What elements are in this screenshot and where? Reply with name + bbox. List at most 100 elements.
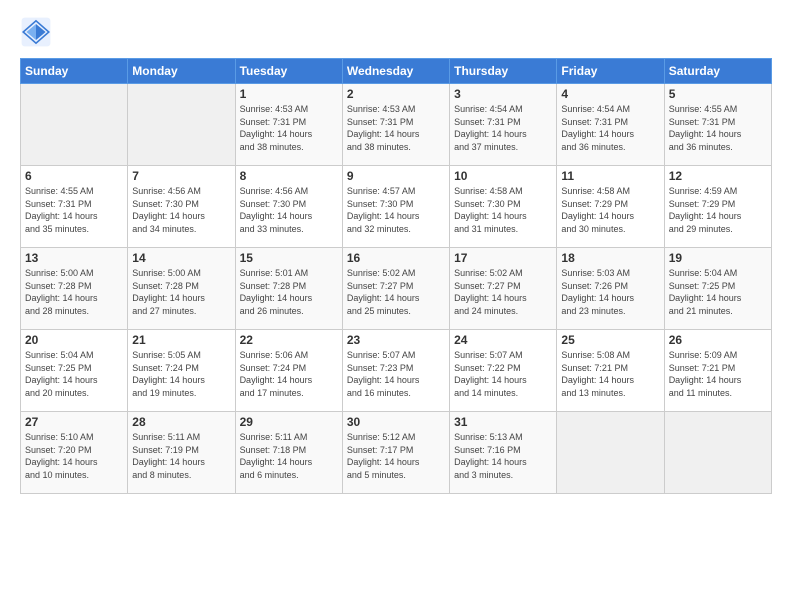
day-number: 7 <box>132 169 230 183</box>
day-cell: 5 Sunrise: 4:55 AM Sunset: 7:31 PM Daylig… <box>664 84 771 166</box>
day-info: Sunrise: 4:55 AM Sunset: 7:31 PM Dayligh… <box>25 185 123 235</box>
day-info: Sunrise: 5:11 AM Sunset: 7:19 PM Dayligh… <box>132 431 230 481</box>
day-number: 19 <box>669 251 767 265</box>
day-cell: 15 Sunrise: 5:01 AM Sunset: 7:28 PM Dayli… <box>235 248 342 330</box>
day-info: Sunrise: 5:13 AM Sunset: 7:16 PM Dayligh… <box>454 431 552 481</box>
day-cell: 6 Sunrise: 4:55 AM Sunset: 7:31 PM Daylig… <box>21 166 128 248</box>
day-cell: 21Sunrise: 5:05 AM Sunset: 7:24 PM Dayli… <box>128 330 235 412</box>
day-info: Sunrise: 5:10 AM Sunset: 7:20 PM Dayligh… <box>25 431 123 481</box>
day-info: Sunrise: 5:03 AM Sunset: 7:26 PM Dayligh… <box>561 267 659 317</box>
day-number: 10 <box>454 169 552 183</box>
day-number: 28 <box>132 415 230 429</box>
day-number: 14 <box>132 251 230 265</box>
day-cell: 13 Sunrise: 5:00 AM Sunset: 7:28 PM Dayli… <box>21 248 128 330</box>
day-cell: 29Sunrise: 5:11 AM Sunset: 7:18 PM Dayli… <box>235 412 342 494</box>
day-info: Sunrise: 5:02 AM Sunset: 7:27 PM Dayligh… <box>454 267 552 317</box>
day-cell: 18 Sunrise: 5:03 AM Sunset: 7:26 PM Dayli… <box>557 248 664 330</box>
day-number: 20 <box>25 333 123 347</box>
day-number: 5 <box>669 87 767 101</box>
day-cell: 26 Sunrise: 5:09 AM Sunset: 7:21 PM Dayli… <box>664 330 771 412</box>
day-cell <box>128 84 235 166</box>
week-row-3: 13 Sunrise: 5:00 AM Sunset: 7:28 PM Dayli… <box>21 248 772 330</box>
calendar-table: SundayMondayTuesdayWednesdayThursdayFrid… <box>20 58 772 494</box>
week-row-1: 1 Sunrise: 4:53 AM Sunset: 7:31 PM Daylig… <box>21 84 772 166</box>
weekday-header-row: SundayMondayTuesdayWednesdayThursdayFrid… <box>21 59 772 84</box>
day-info: Sunrise: 4:58 AM Sunset: 7:30 PM Dayligh… <box>454 185 552 235</box>
day-info: Sunrise: 4:57 AM Sunset: 7:30 PM Dayligh… <box>347 185 445 235</box>
day-number: 15 <box>240 251 338 265</box>
weekday-tuesday: Tuesday <box>235 59 342 84</box>
week-row-5: 27 Sunrise: 5:10 AM Sunset: 7:20 PM Dayli… <box>21 412 772 494</box>
day-cell: 12 Sunrise: 4:59 AM Sunset: 7:29 PM Dayli… <box>664 166 771 248</box>
day-number: 24 <box>454 333 552 347</box>
day-info: Sunrise: 5:04 AM Sunset: 7:25 PM Dayligh… <box>669 267 767 317</box>
day-info: Sunrise: 4:54 AM Sunset: 7:31 PM Dayligh… <box>561 103 659 153</box>
day-number: 25 <box>561 333 659 347</box>
weekday-wednesday: Wednesday <box>342 59 449 84</box>
day-number: 4 <box>561 87 659 101</box>
day-cell: 27 Sunrise: 5:10 AM Sunset: 7:20 PM Dayli… <box>21 412 128 494</box>
day-cell: 10 Sunrise: 4:58 AM Sunset: 7:30 PM Dayli… <box>450 166 557 248</box>
day-info: Sunrise: 4:56 AM Sunset: 7:30 PM Dayligh… <box>240 185 338 235</box>
day-number: 6 <box>25 169 123 183</box>
day-number: 23 <box>347 333 445 347</box>
day-cell: 25 Sunrise: 5:08 AM Sunset: 7:21 PM Dayli… <box>557 330 664 412</box>
day-number: 21 <box>132 333 230 347</box>
day-info: Sunrise: 5:01 AM Sunset: 7:28 PM Dayligh… <box>240 267 338 317</box>
weekday-friday: Friday <box>557 59 664 84</box>
day-cell: 2Sunrise: 4:53 AM Sunset: 7:31 PM Daylig… <box>342 84 449 166</box>
day-cell: 20 Sunrise: 5:04 AM Sunset: 7:25 PM Dayli… <box>21 330 128 412</box>
day-cell: 1 Sunrise: 4:53 AM Sunset: 7:31 PM Daylig… <box>235 84 342 166</box>
day-number: 11 <box>561 169 659 183</box>
day-info: Sunrise: 4:55 AM Sunset: 7:31 PM Dayligh… <box>669 103 767 153</box>
day-info: Sunrise: 5:08 AM Sunset: 7:21 PM Dayligh… <box>561 349 659 399</box>
calendar-page: SundayMondayTuesdayWednesdayThursdayFrid… <box>0 0 792 612</box>
day-info: Sunrise: 5:09 AM Sunset: 7:21 PM Dayligh… <box>669 349 767 399</box>
day-info: Sunrise: 4:54 AM Sunset: 7:31 PM Dayligh… <box>454 103 552 153</box>
day-number: 18 <box>561 251 659 265</box>
day-info: Sunrise: 4:53 AM Sunset: 7:31 PM Dayligh… <box>240 103 338 153</box>
day-info: Sunrise: 5:07 AM Sunset: 7:23 PM Dayligh… <box>347 349 445 399</box>
logo <box>20 16 56 48</box>
header <box>20 16 772 48</box>
day-info: Sunrise: 5:11 AM Sunset: 7:18 PM Dayligh… <box>240 431 338 481</box>
day-info: Sunrise: 4:58 AM Sunset: 7:29 PM Dayligh… <box>561 185 659 235</box>
day-number: 9 <box>347 169 445 183</box>
day-cell: 31Sunrise: 5:13 AM Sunset: 7:16 PM Dayli… <box>450 412 557 494</box>
day-cell <box>21 84 128 166</box>
day-number: 1 <box>240 87 338 101</box>
week-row-2: 6 Sunrise: 4:55 AM Sunset: 7:31 PM Daylig… <box>21 166 772 248</box>
day-number: 26 <box>669 333 767 347</box>
day-number: 12 <box>669 169 767 183</box>
weekday-saturday: Saturday <box>664 59 771 84</box>
day-cell: 8 Sunrise: 4:56 AM Sunset: 7:30 PM Daylig… <box>235 166 342 248</box>
day-info: Sunrise: 5:02 AM Sunset: 7:27 PM Dayligh… <box>347 267 445 317</box>
day-info: Sunrise: 4:56 AM Sunset: 7:30 PM Dayligh… <box>132 185 230 235</box>
day-cell: 30Sunrise: 5:12 AM Sunset: 7:17 PM Dayli… <box>342 412 449 494</box>
day-number: 30 <box>347 415 445 429</box>
weekday-monday: Monday <box>128 59 235 84</box>
day-cell: 9 Sunrise: 4:57 AM Sunset: 7:30 PM Daylig… <box>342 166 449 248</box>
weekday-sunday: Sunday <box>21 59 128 84</box>
day-info: Sunrise: 5:07 AM Sunset: 7:22 PM Dayligh… <box>454 349 552 399</box>
day-cell: 11 Sunrise: 4:58 AM Sunset: 7:29 PM Dayli… <box>557 166 664 248</box>
day-number: 3 <box>454 87 552 101</box>
weekday-thursday: Thursday <box>450 59 557 84</box>
day-cell: 23 Sunrise: 5:07 AM Sunset: 7:23 PM Dayli… <box>342 330 449 412</box>
day-cell <box>557 412 664 494</box>
week-row-4: 20 Sunrise: 5:04 AM Sunset: 7:25 PM Dayli… <box>21 330 772 412</box>
day-number: 22 <box>240 333 338 347</box>
day-cell: 7 Sunrise: 4:56 AM Sunset: 7:30 PM Daylig… <box>128 166 235 248</box>
day-number: 2 <box>347 87 445 101</box>
day-info: Sunrise: 4:59 AM Sunset: 7:29 PM Dayligh… <box>669 185 767 235</box>
day-info: Sunrise: 5:00 AM Sunset: 7:28 PM Dayligh… <box>25 267 123 317</box>
day-number: 13 <box>25 251 123 265</box>
day-cell: 24 Sunrise: 5:07 AM Sunset: 7:22 PM Dayli… <box>450 330 557 412</box>
day-cell: 17Sunrise: 5:02 AM Sunset: 7:27 PM Dayli… <box>450 248 557 330</box>
day-cell: 16Sunrise: 5:02 AM Sunset: 7:27 PM Dayli… <box>342 248 449 330</box>
day-cell: 28 Sunrise: 5:11 AM Sunset: 7:19 PM Dayli… <box>128 412 235 494</box>
day-number: 8 <box>240 169 338 183</box>
logo-icon <box>20 16 52 48</box>
day-number: 27 <box>25 415 123 429</box>
day-info: Sunrise: 5:04 AM Sunset: 7:25 PM Dayligh… <box>25 349 123 399</box>
